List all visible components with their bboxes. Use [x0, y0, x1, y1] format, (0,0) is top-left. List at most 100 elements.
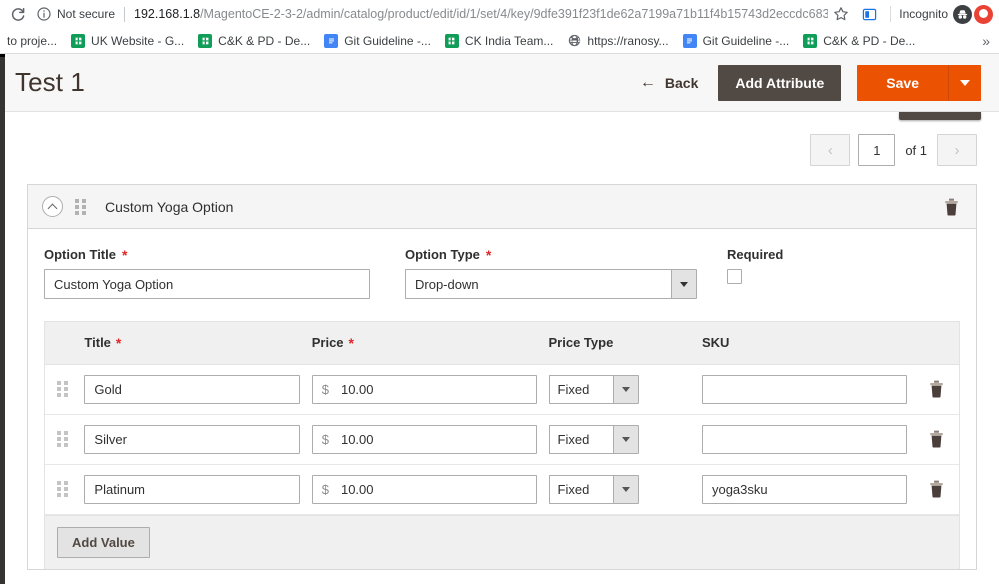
- bookmark-item[interactable]: UK Website - G...: [64, 30, 191, 52]
- delete-option-trash-icon[interactable]: [940, 195, 962, 219]
- omnibox-actions: Incognito: [828, 2, 993, 26]
- url-path: /MagentoCE-2-3-2/admin/catalog/product/e…: [200, 7, 829, 21]
- custom-option-header: Custom Yoga Option: [28, 185, 976, 229]
- value-sku-input[interactable]: [701, 424, 908, 454]
- google-sheets-icon: [444, 33, 459, 48]
- row-drag-cell: [45, 364, 79, 415]
- value-price-box[interactable]: $: [311, 374, 537, 404]
- browser-chrome: Not secure 192.168.1.8/MagentoCE-2-3-2/a…: [0, 0, 999, 54]
- extension-icon[interactable]: [856, 2, 882, 26]
- drag-handle-icon[interactable]: [57, 431, 68, 447]
- value-price-input[interactable]: [338, 480, 527, 498]
- pagination-page-input[interactable]: [858, 134, 896, 166]
- profile-avatar-icon[interactable]: [974, 4, 993, 24]
- required-marker: *: [485, 246, 492, 263]
- option-values-table-body: $ Fixed: [45, 364, 959, 515]
- drag-handle-icon[interactable]: [75, 198, 87, 215]
- chevron-down-icon[interactable]: [671, 269, 697, 299]
- value-price-type-select[interactable]: Fixed: [548, 374, 639, 404]
- bookmark-item[interactable]: to proje...: [0, 30, 64, 52]
- col-actions: [913, 322, 959, 365]
- option-type-field: Option Type * Drop-down: [405, 247, 697, 299]
- pagination-next-button[interactable]: ›: [937, 134, 977, 166]
- row-title-cell: [78, 464, 306, 515]
- pagination-prev-button[interactable]: ‹: [810, 134, 851, 166]
- row-actions-cell: [913, 364, 959, 415]
- bookmark-label: C&K & PD - De...: [218, 33, 311, 48]
- option-type-select[interactable]: Drop-down: [405, 269, 697, 299]
- chevron-down-icon[interactable]: [612, 374, 639, 404]
- custom-option-body: Option Title * Option Type * Drop-down: [28, 229, 976, 569]
- address-bar[interactable]: Not secure 192.168.1.8/MagentoCE-2-3-2/a…: [36, 2, 828, 26]
- value-title-input[interactable]: [84, 424, 300, 454]
- option-title-input[interactable]: [44, 269, 370, 299]
- bookmark-item[interactable]: Git Guideline -...: [676, 30, 797, 52]
- option-required-checkbox[interactable]: [727, 269, 742, 284]
- value-price-type-select[interactable]: Fixed: [548, 474, 639, 504]
- table-row: $ Fixed: [45, 414, 959, 465]
- bookmark-label: UK Website - G...: [91, 33, 185, 48]
- col-sku-label: SKU: [701, 335, 730, 351]
- delete-value-trash-icon[interactable]: [919, 430, 953, 448]
- chevron-up-circle-icon[interactable]: [42, 196, 63, 217]
- bookmark-star-icon[interactable]: [828, 2, 854, 26]
- value-price-type-select[interactable]: Fixed: [548, 424, 639, 454]
- required-marker: *: [121, 246, 128, 263]
- value-title-input[interactable]: [84, 474, 300, 504]
- back-button[interactable]: ← Back: [636, 69, 702, 97]
- page-content: ‹ of 1 › Custom Yoga Option: [5, 112, 999, 570]
- omnibox-row: Not secure 192.168.1.8/MagentoCE-2-3-2/a…: [0, 0, 999, 28]
- option-type-selected-value[interactable]: Drop-down: [405, 269, 671, 299]
- row-price-cell: $: [305, 464, 543, 515]
- row-actions-cell: [913, 464, 959, 515]
- globe-icon: [567, 34, 581, 48]
- value-sku-input[interactable]: [701, 374, 908, 404]
- bookmark-item[interactable]: C&K & PD - De...: [796, 30, 922, 52]
- url-text: 192.168.1.8/MagentoCE-2-3-2/admin/catalo…: [134, 7, 828, 21]
- page-header: Test 1 ← Back Add Attribute Save: [5, 54, 999, 120]
- bookmark-label: Git Guideline -...: [702, 33, 790, 48]
- drag-handle-icon[interactable]: [57, 381, 68, 397]
- add-attribute-button[interactable]: Add Attribute: [718, 64, 842, 101]
- bookmark-item[interactable]: https://ranosy...: [560, 30, 675, 52]
- row-drag-cell: [45, 414, 79, 465]
- value-price-box[interactable]: $: [311, 424, 537, 454]
- add-value-button[interactable]: Add Value: [57, 526, 150, 558]
- bookmark-label: CK India Team...: [464, 33, 554, 48]
- value-price-type-selected[interactable]: Fixed: [548, 424, 613, 454]
- google-sheets-icon: [198, 33, 213, 48]
- value-price-box[interactable]: $: [311, 474, 537, 504]
- google-sheets-icon: [71, 33, 86, 48]
- value-price-type-selected[interactable]: Fixed: [548, 474, 613, 504]
- option-field-row: Option Title * Option Type * Drop-down: [44, 247, 960, 299]
- chevron-down-icon[interactable]: [612, 474, 639, 504]
- row-price-type-cell: Fixed: [542, 464, 696, 515]
- info-circle-icon[interactable]: [36, 6, 52, 22]
- table-row: $ Fixed: [45, 364, 959, 415]
- value-price-input[interactable]: [338, 380, 527, 398]
- bookmark-item[interactable]: CK India Team...: [438, 30, 561, 52]
- save-button[interactable]: Save: [857, 64, 948, 101]
- bookmark-item[interactable]: Git Guideline -...: [317, 30, 438, 52]
- reload-icon[interactable]: [6, 2, 30, 26]
- delete-value-trash-icon[interactable]: [919, 480, 953, 498]
- bookmark-item[interactable]: C&K & PD - De...: [191, 30, 317, 52]
- bookmarks-overflow-button[interactable]: »: [975, 33, 997, 49]
- row-price-type-cell: Fixed: [542, 364, 696, 415]
- incognito-hat-icon[interactable]: [953, 4, 972, 24]
- chevron-down-icon[interactable]: [612, 424, 639, 454]
- value-price-input[interactable]: [338, 430, 527, 448]
- col-price-type: Price Type: [542, 322, 696, 365]
- value-price-type-selected[interactable]: Fixed: [548, 374, 613, 404]
- col-title: Title *: [78, 322, 306, 365]
- row-sku-cell: [695, 464, 914, 515]
- delete-value-trash-icon[interactable]: [919, 380, 953, 398]
- value-sku-input[interactable]: [701, 474, 908, 504]
- drag-handle-icon[interactable]: [57, 481, 68, 497]
- value-title-input[interactable]: [84, 374, 300, 404]
- row-price-cell: $: [305, 364, 543, 415]
- back-button-label: Back: [664, 74, 699, 91]
- incognito-label: Incognito: [899, 7, 948, 21]
- option-values-table: Title * Price * Price Type SKU Gold $ 10…: [45, 322, 959, 515]
- save-options-chevron-down-icon[interactable]: [948, 64, 981, 101]
